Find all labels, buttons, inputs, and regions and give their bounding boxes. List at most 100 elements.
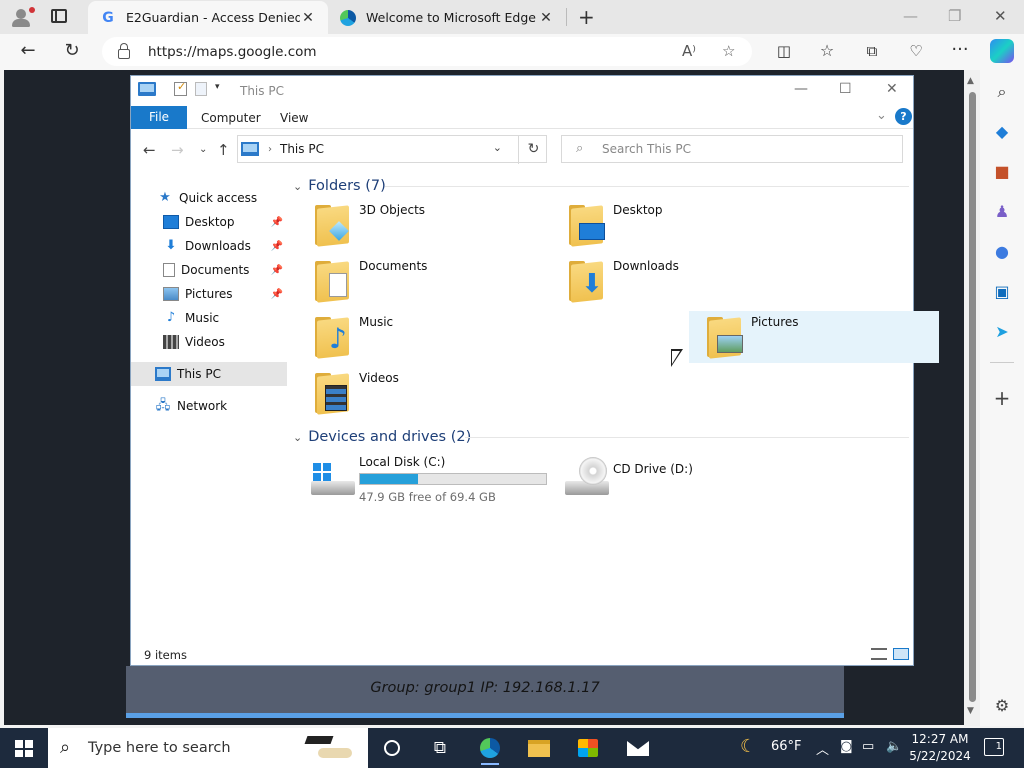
weather-temperature[interactable]: 66°F [771, 739, 802, 754]
more-options-icon[interactable]: ··· [948, 39, 972, 60]
minimize-icon[interactable]: — [903, 7, 918, 25]
details-view-icon[interactable] [871, 648, 887, 660]
pin-icon[interactable]: 📌 [271, 241, 283, 252]
maximize-icon[interactable]: ☐ [839, 81, 852, 97]
microsoft-365-icon[interactable]: ● [992, 242, 1012, 262]
nav-quick-access[interactable]: ★ Quick access [131, 186, 287, 210]
back-arrow-icon[interactable]: ← [16, 40, 40, 61]
folder-pictures[interactable]: Pictures [689, 311, 939, 363]
nav-music[interactable]: ♪ Music [131, 306, 287, 330]
folder-videos[interactable]: Videos [297, 367, 547, 419]
new-tab-icon[interactable]: + [578, 5, 595, 29]
close-window-icon[interactable]: ✕ [994, 7, 1007, 25]
nav-downloads[interactable]: ⬇ Downloads 📌 [131, 234, 287, 258]
browser-essentials-icon[interactable]: ♡ [904, 42, 928, 60]
shopping-tag-icon[interactable]: ◆ [992, 122, 1012, 142]
nav-this-pc[interactable]: This PC [131, 362, 287, 386]
help-icon[interactable]: ? [895, 108, 912, 125]
drop-send-icon[interactable]: ➤ [992, 322, 1012, 342]
customize-quick-access-icon[interactable]: ▾ [215, 82, 231, 96]
folder-documents[interactable]: Documents [297, 255, 547, 307]
path-dropdown-icon[interactable]: ⌄ [493, 141, 502, 154]
favorite-star-icon[interactable]: ☆ [722, 42, 735, 60]
pin-icon[interactable]: 📌 [271, 289, 283, 300]
close-tab-icon[interactable]: ✕ [300, 10, 316, 26]
collapse-chevron-icon[interactable]: ⌄ [293, 180, 302, 193]
taskbar-search-input[interactable]: ⌕ Type here to search [48, 728, 368, 768]
recent-locations-icon[interactable]: ⌄ [199, 144, 207, 155]
file-explorer-icon[interactable] [527, 737, 551, 759]
address-bar[interactable]: https://maps.google.com A⁾ ☆ [102, 37, 752, 66]
close-tab-icon[interactable]: ✕ [538, 10, 554, 26]
page-scrollbar[interactable]: ▲ ▼ [964, 70, 980, 726]
folders-group-header[interactable]: ⌄ Folders (7) [293, 176, 909, 196]
drive-d[interactable]: CD Drive (D:) [551, 451, 801, 505]
taskbar-clock[interactable]: 12:27 AM 5/22/2024 [908, 731, 972, 765]
search-icon[interactable]: ⌕ [992, 82, 1012, 102]
cortana-icon[interactable] [380, 737, 404, 759]
search-input[interactable]: ⌕ Search This PC [561, 135, 903, 163]
restore-icon[interactable]: ❐ [948, 7, 961, 25]
add-icon[interactable]: + [992, 386, 1012, 410]
refresh-icon[interactable]: ↻ [518, 136, 548, 164]
tab-e2guardian[interactable]: G E2Guardian - Access Denied ✕ [88, 1, 328, 34]
split-screen-icon[interactable]: ◫ [772, 42, 796, 60]
drive-c[interactable]: Local Disk (C:) 47.9 GB free of 69.4 GB [297, 451, 547, 505]
properties-icon[interactable] [174, 80, 187, 96]
read-aloud-icon[interactable]: A⁾ [682, 42, 696, 60]
notifications-icon[interactable]: 1 [984, 738, 1004, 756]
ribbon-tab-view[interactable]: View [280, 111, 308, 125]
copilot-icon[interactable] [990, 39, 1014, 63]
tab-actions-icon[interactable] [51, 9, 67, 23]
nav-pictures[interactable]: Pictures 📌 [131, 282, 287, 306]
drives-group-header[interactable]: ⌄ Devices and drives (2) [293, 427, 909, 447]
show-hidden-icons-icon[interactable]: ︿ [816, 739, 829, 758]
profile-avatar-icon[interactable] [8, 5, 35, 29]
nav-desktop[interactable]: Desktop 📌 [131, 210, 287, 234]
pin-icon[interactable]: 📌 [271, 217, 283, 228]
new-folder-icon[interactable] [195, 82, 207, 96]
scroll-thumb[interactable] [969, 92, 976, 702]
microsoft-store-icon[interactable] [576, 737, 600, 759]
collections-icon[interactable]: ⧉ [860, 42, 884, 60]
breadcrumb-chevron-icon[interactable]: › [268, 144, 272, 155]
forward-arrow-icon[interactable]: → [171, 141, 184, 159]
ribbon-tab-file[interactable]: File [131, 106, 187, 129]
ribbon-tab-computer[interactable]: Computer [201, 111, 261, 125]
favorites-icon[interactable]: ☆ [815, 41, 839, 60]
device-icon[interactable]: ◙ [840, 739, 853, 754]
task-view-icon[interactable]: ⧉ [428, 737, 452, 759]
address-path[interactable]: › This PC ⌄ [237, 135, 547, 163]
local-disk-icon [311, 463, 355, 495]
large-icons-view-icon[interactable] [893, 648, 909, 660]
back-arrow-icon[interactable]: ← [143, 141, 156, 159]
volume-icon[interactable]: 🔈 [886, 739, 902, 754]
settings-gear-icon[interactable]: ⚙ [992, 696, 1012, 716]
folder-3d-objects[interactable]: 3D Objects [297, 199, 547, 251]
close-icon[interactable]: ✕ [886, 81, 898, 97]
tools-icon[interactable]: ■ [992, 162, 1012, 182]
up-arrow-icon[interactable]: ↑ [217, 141, 230, 159]
network-tray-icon[interactable]: ▭ [862, 739, 874, 754]
nav-videos[interactable]: Videos [131, 330, 287, 354]
tab-welcome-edge[interactable]: Welcome to Microsoft Edge ✕ [328, 1, 566, 34]
games-icon[interactable]: ♟ [992, 202, 1012, 222]
folder-downloads[interactable]: ⬇ Downloads [551, 255, 801, 307]
windows-start-icon[interactable] [15, 740, 33, 757]
outlook-icon[interactable]: ▣ [992, 282, 1012, 302]
expand-ribbon-icon[interactable]: ⌄ [876, 108, 887, 123]
weather-moon-icon[interactable]: ☾ [740, 736, 756, 757]
refresh-icon[interactable]: ↻ [60, 40, 84, 61]
mail-icon[interactable] [626, 737, 650, 759]
scroll-up-icon[interactable]: ▲ [967, 76, 974, 86]
nav-network[interactable]: 🖧 Network [131, 394, 287, 418]
minimize-icon[interactable]: — [794, 81, 808, 97]
scroll-down-icon[interactable]: ▼ [967, 706, 974, 716]
pin-icon[interactable]: 📌 [271, 265, 283, 276]
breadcrumb-this-pc[interactable]: This PC [280, 142, 324, 156]
folder-music[interactable]: ♪ Music [297, 311, 547, 363]
folder-desktop[interactable]: Desktop [551, 199, 801, 251]
nav-documents[interactable]: Documents 📌 [131, 258, 287, 282]
edge-icon[interactable] [478, 737, 502, 765]
collapse-chevron-icon[interactable]: ⌄ [293, 431, 302, 444]
